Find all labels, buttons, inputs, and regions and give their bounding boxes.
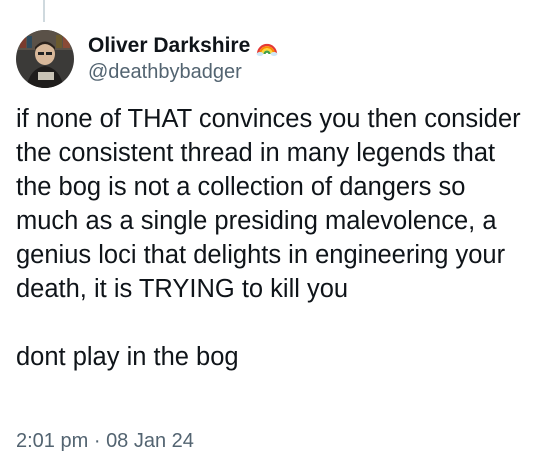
tweet-paragraph: dont play in the bog <box>16 343 239 371</box>
tweet-text: if none of THAT convinces you then consi… <box>16 102 526 374</box>
rainbow-icon <box>256 36 278 56</box>
display-name[interactable]: Oliver Darkshire <box>88 33 250 59</box>
tweet-header: Oliver Darkshire @deathbybadger <box>16 30 278 88</box>
avatar-image <box>16 30 74 88</box>
meta-separator: · <box>93 430 101 452</box>
tweet-time[interactable]: 2:01 pm <box>16 430 88 452</box>
thread-connector-line <box>43 0 45 22</box>
tweet-date[interactable]: 08 Jan 24 <box>106 430 194 452</box>
avatar[interactable] <box>16 30 74 88</box>
tweet-timestamp: 2:01 pm · 08 Jan 24 <box>16 428 194 454</box>
tweet-paragraph: if none of THAT convinces you then consi… <box>16 105 521 303</box>
user-info: Oliver Darkshire @deathbybadger <box>88 33 278 85</box>
user-handle[interactable]: @deathbybadger <box>88 59 278 85</box>
name-row: Oliver Darkshire <box>88 33 278 59</box>
